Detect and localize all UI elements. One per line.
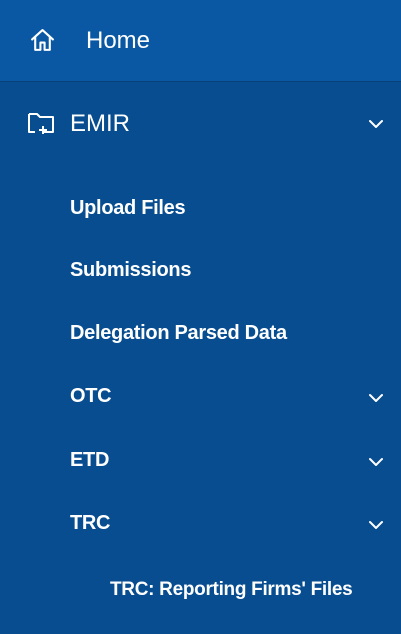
home-icon bbox=[31, 29, 54, 51]
nav-item-etd[interactable]: ETD bbox=[0, 438, 401, 484]
chevron-down-icon[interactable] bbox=[368, 119, 384, 129]
nav-item-upload-files[interactable]: Upload Files bbox=[0, 186, 401, 232]
side-navigation: Home EMIR Upload Files Submissions Deleg… bbox=[0, 0, 401, 634]
nav-item-upload-files-label: Upload Files bbox=[70, 197, 186, 219]
chevron-down-icon[interactable] bbox=[368, 457, 384, 467]
chevron-down-icon[interactable] bbox=[368, 393, 384, 403]
nav-item-emir[interactable]: EMIR bbox=[0, 98, 401, 150]
nav-item-submissions-label: Submissions bbox=[70, 259, 192, 281]
nav-item-home[interactable]: Home bbox=[0, 0, 401, 82]
nav-item-delegation-parsed-data-label: Delegation Parsed Data bbox=[70, 322, 287, 344]
nav-item-trc-reporting-firms-files[interactable]: TRC: Reporting Firms' Files bbox=[0, 565, 401, 617]
chevron-down-icon[interactable] bbox=[368, 520, 384, 530]
nav-item-otc-label: OTC bbox=[70, 385, 112, 407]
nav-item-trc-label: TRC bbox=[70, 512, 111, 534]
nav-item-trc-reporting-firms-files-label: TRC: Reporting Firms' Files bbox=[110, 579, 353, 600]
nav-item-etd-label: ETD bbox=[70, 449, 110, 471]
folder-plus-icon bbox=[28, 113, 54, 134]
nav-item-submissions[interactable]: Submissions bbox=[0, 248, 401, 294]
nav-item-trc[interactable]: TRC bbox=[0, 501, 401, 547]
nav-item-otc[interactable]: OTC bbox=[0, 374, 401, 420]
nav-item-home-label: Home bbox=[86, 27, 151, 54]
nav-item-delegation-parsed-data[interactable]: Delegation Parsed Data bbox=[0, 311, 401, 357]
nav-item-emir-label: EMIR bbox=[70, 110, 130, 137]
